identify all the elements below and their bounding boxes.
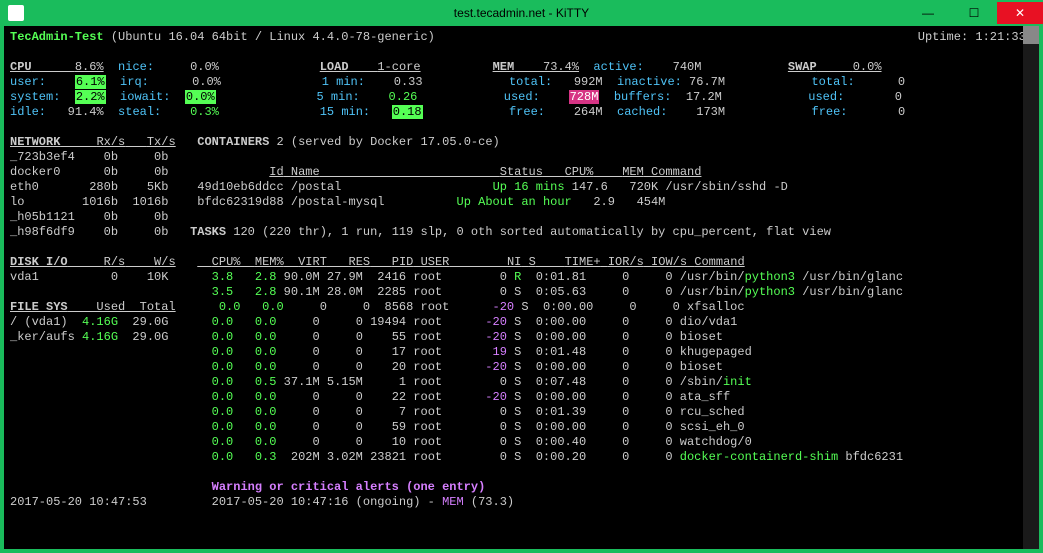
proc-row: vda1 0 10K 3.8 2.8 90.0M 27.9M 2416 root… (10, 270, 1033, 285)
app-icon (8, 5, 24, 21)
proc-row: FILE SYS Used Total 0.0 0.0 0 0 8568 roo… (10, 300, 1033, 315)
maximize-button[interactable]: ☐ (951, 2, 997, 24)
terminal[interactable]: TecAdmin-Test (Ubuntu 16.04 64bit / Linu… (4, 26, 1039, 549)
proc-row: 0.0 0.0 0 0 17 root 19 S 0:01.48 0 0 khu… (10, 345, 1033, 360)
proc-row: / (vda1) 4.16G 29.0G 0.0 0.0 0 0 19494 r… (10, 315, 1033, 330)
minimize-button[interactable]: ― (905, 2, 951, 24)
scroll-thumb[interactable] (1023, 26, 1039, 44)
host-line: TecAdmin-Test (Ubuntu 16.04 64bit / Linu… (10, 30, 1033, 45)
proc-row: 0.0 0.0 0 0 7 root 0 S 0:01.39 0 0 rcu_s… (10, 405, 1033, 420)
scrollbar[interactable] (1023, 26, 1039, 549)
proc-row: 0.0 0.0 0 0 20 root -20 S 0:00.00 0 0 bi… (10, 360, 1033, 375)
proc-row: 0.0 0.3 202M 3.02M 23821 root 0 S 0:00.2… (10, 450, 1033, 465)
proc-row: _ker/aufs 4.16G 29.0G 0.0 0.0 0 0 55 roo… (10, 330, 1033, 345)
proc-row: 3.5 2.8 90.1M 28.0M 2285 root 0 S 0:05.6… (10, 285, 1033, 300)
titlebar[interactable]: test.tecadmin.net - KiTTY ― ☐ ✕ (0, 0, 1043, 26)
proc-row: 0.0 0.0 0 0 22 root -20 S 0:00.00 0 0 at… (10, 390, 1033, 405)
cpu-row: CPU 8.6% nice: 0.0% LOAD 1-core MEM 73.4… (10, 60, 1033, 75)
proc-row: 0.0 0.0 0 0 10 root 0 S 0:00.40 0 0 watc… (10, 435, 1033, 450)
proc-row: 0.0 0.0 0 0 59 root 0 S 0:00.00 0 0 scsi… (10, 420, 1033, 435)
proc-row: 0.0 0.5 37.1M 5.15M 1 root 0 S 0:07.48 0… (10, 375, 1033, 390)
status-bar: 2017-05-20 10:47:53 2017-05-20 10:47:16 … (10, 495, 1033, 510)
window-title: test.tecadmin.net - KiTTY (454, 6, 589, 20)
close-button[interactable]: ✕ (997, 2, 1043, 24)
